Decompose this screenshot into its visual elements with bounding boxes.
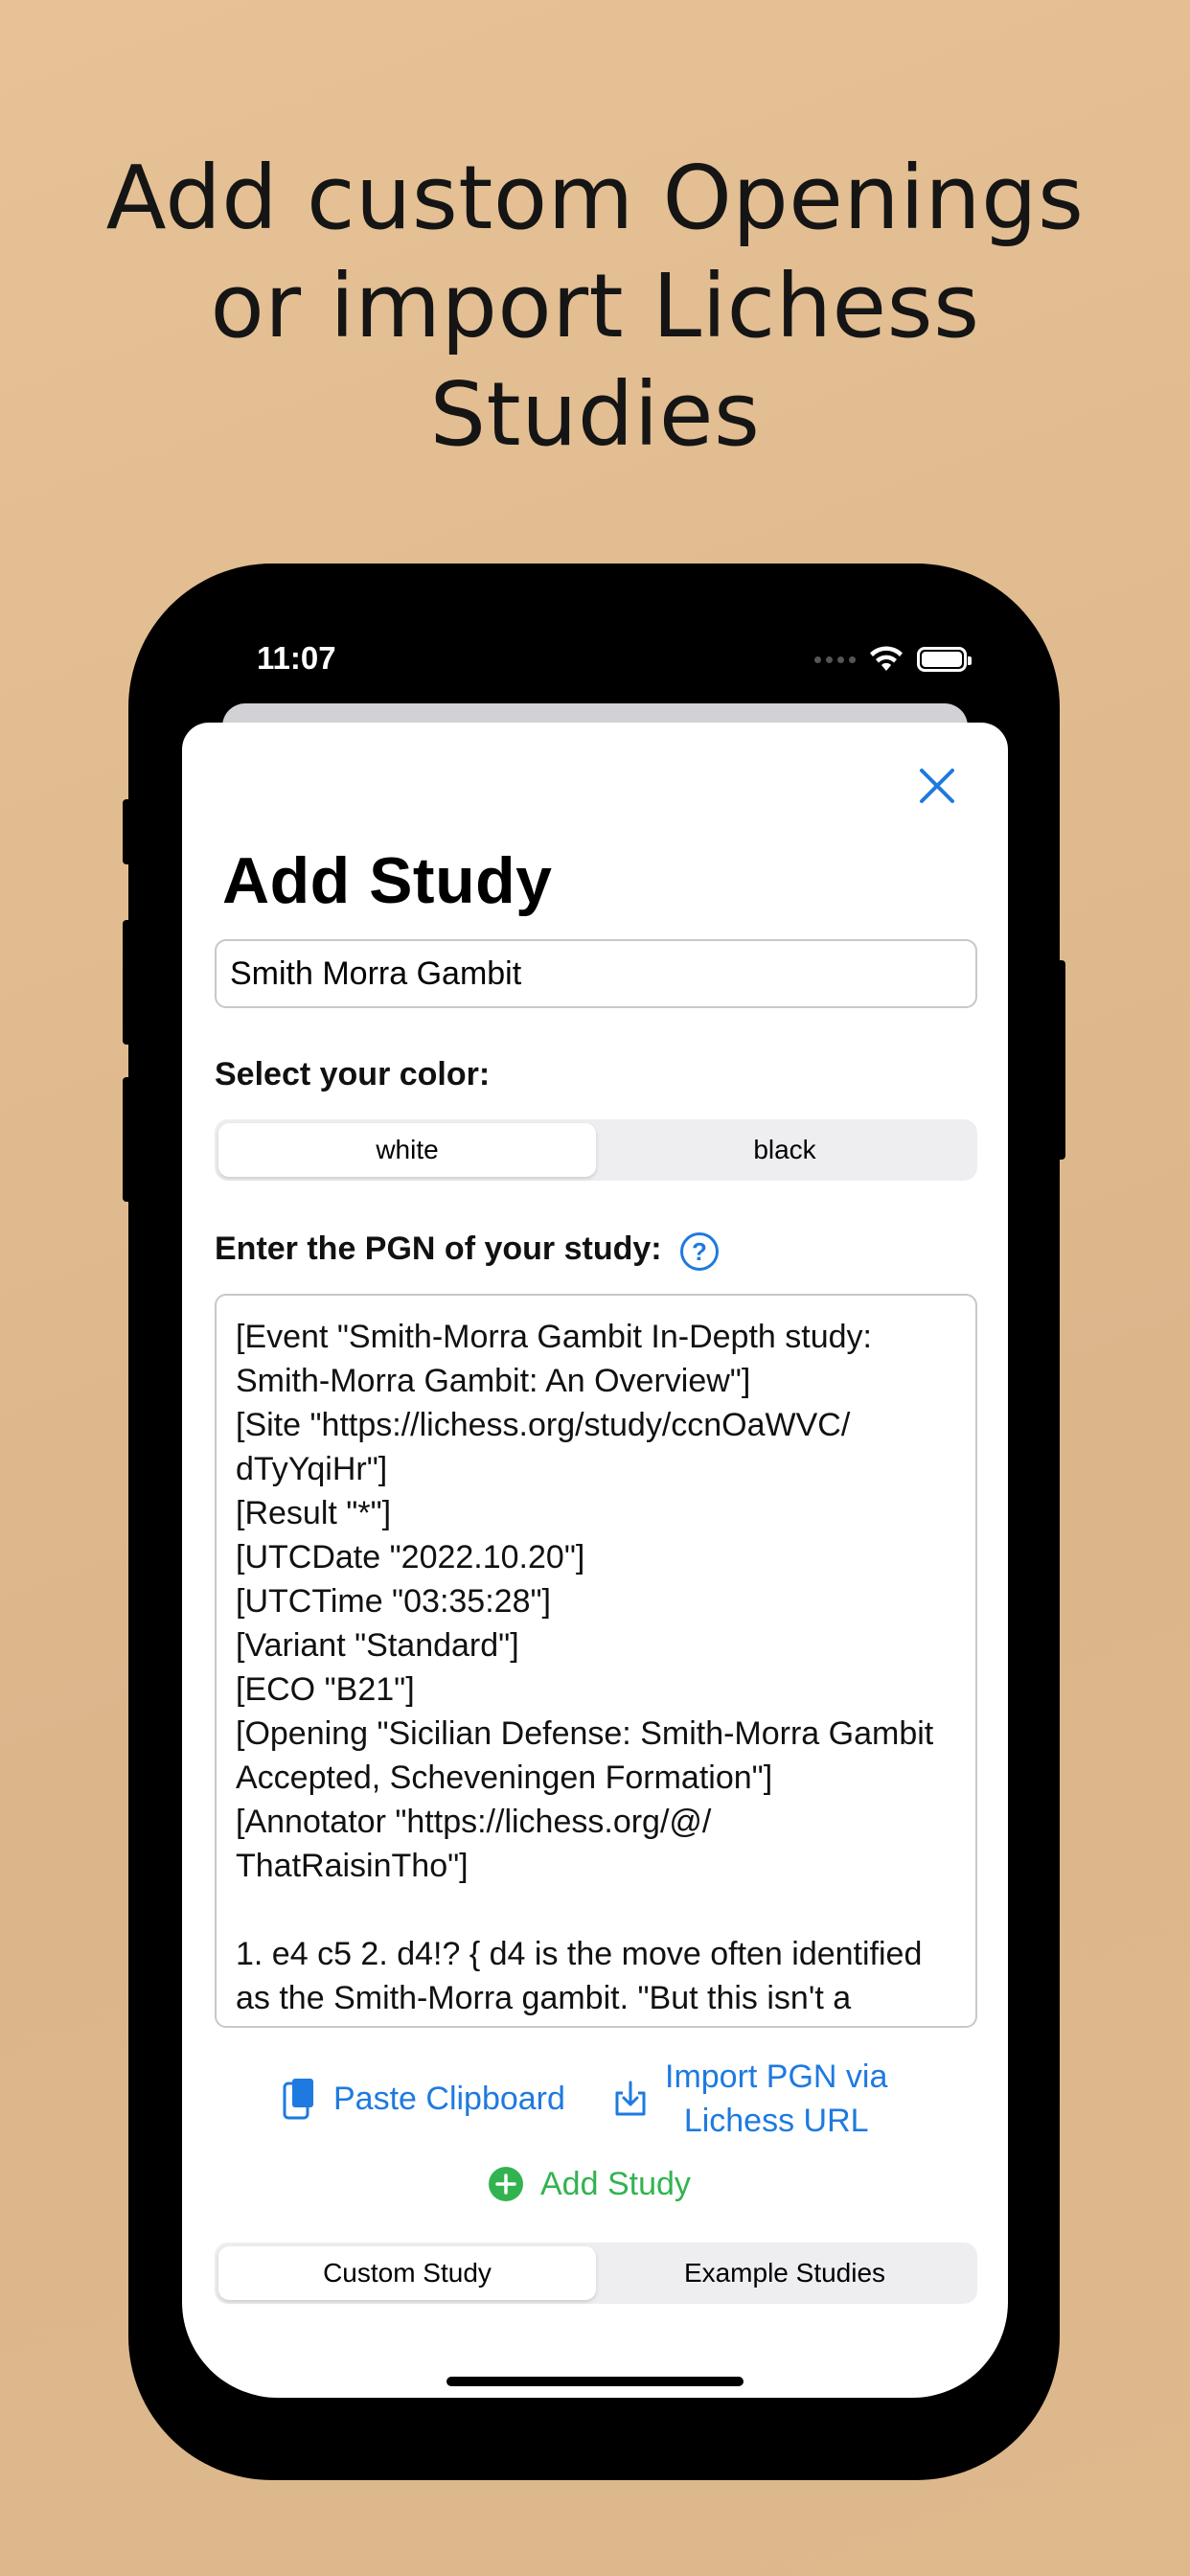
promo-headline: Add custom Openings or import Lichess St… [0,144,1190,469]
color-option-black[interactable]: black [596,1123,973,1177]
plus-circle-icon [489,2167,523,2201]
headline-line-2: or import Lichess [210,255,980,357]
study-name-input[interactable] [215,939,977,1008]
tab-example-studies[interactable]: Example Studies [596,2246,973,2300]
color-label: Select your color: [215,1056,491,1092]
import-pgn-label: Import PGN via Lichess URL [665,2055,887,2143]
add-study-button[interactable]: Add Study [489,2158,691,2210]
signal-dots-icon [814,656,856,663]
home-indicator [446,2377,744,2386]
sheet-title: Add Study [222,844,553,917]
battery-icon [917,647,972,672]
paste-clipboard-button[interactable]: Paste Clipboard [282,2055,565,2143]
add-study-sheet: Add Study Select your color: white black… [182,723,1008,2398]
tab-custom-study[interactable]: Custom Study [218,2246,596,2300]
import-label-line-2: Lichess URL [683,2103,869,2139]
close-button[interactable] [906,755,968,816]
import-label-line-1: Import PGN via [665,2058,888,2095]
download-icon [615,2081,646,2116]
pgn-text-area[interactable]: [Event "Smith-Morra Gambit In-Depth stud… [215,1294,977,2028]
color-option-white[interactable]: white [218,1123,596,1177]
wifi-icon [870,646,903,671]
close-icon [920,769,954,803]
pgn-label: Enter the PGN of your study: [215,1230,662,1267]
paste-clipboard-label: Paste Clipboard [333,2080,565,2117]
help-icon[interactable]: ? [680,1232,719,1271]
add-study-label: Add Study [540,2165,691,2202]
import-pgn-url-button[interactable]: Import PGN via Lichess URL [613,2055,887,2143]
status-icons [814,640,972,678]
status-time: 11:07 [257,640,336,676]
headline-line-3: Studies [429,363,761,466]
study-source-segmented-control: Custom Study Example Studies [215,2242,977,2304]
clipboard-icon [283,2079,313,2120]
color-segmented-control: white black [215,1119,977,1181]
headline-line-1: Add custom Openings [105,147,1085,249]
